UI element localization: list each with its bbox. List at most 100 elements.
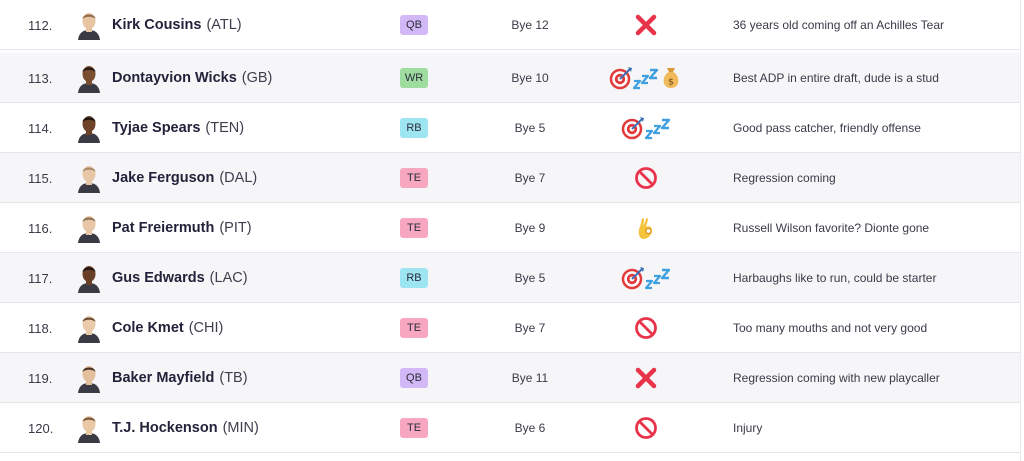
table-row[interactable]: 120. T.J. Hockenson (MIN) TE Bye 6 Injury xyxy=(0,403,1020,453)
player-name-cell: T.J. Hockenson (MIN) xyxy=(112,403,392,453)
player-note: Regression coming xyxy=(733,171,836,185)
player-name-cell: Kirk Cousins (ATL) xyxy=(112,0,392,50)
player-name[interactable]: Gus Edwards xyxy=(112,270,205,286)
player-team: (MIN) xyxy=(222,420,259,436)
rank-number: 118. xyxy=(28,320,53,336)
tag-icons: $ xyxy=(598,53,694,103)
position-badge: RB xyxy=(400,268,428,288)
rank-number: 119. xyxy=(28,370,53,386)
position-cell: TE xyxy=(400,403,428,453)
tag-icons xyxy=(598,303,694,353)
position-badge: TE xyxy=(400,218,428,238)
table-row[interactable]: 116. Pat Freiermuth (PIT) TE Bye 9 Russel… xyxy=(0,203,1020,253)
position-cell: RB xyxy=(400,253,428,303)
player-note: Russell Wilson favorite? Dionte gone xyxy=(733,221,930,235)
player-note: Harbaughs like to run, could be starter xyxy=(733,271,937,285)
player-name-cell: Dontayvion Wicks (GB) xyxy=(112,53,392,103)
player-note: Injury xyxy=(733,421,763,435)
prohibited-icon xyxy=(633,165,659,191)
rank-number: 112. xyxy=(28,17,53,33)
tag-icons xyxy=(598,253,694,303)
player-team: (PIT) xyxy=(219,220,252,236)
bye-week: Bye 12 xyxy=(511,18,549,32)
rankings-table: 112. Kirk Cousins (ATL) QB Bye 12 36 year… xyxy=(0,0,1021,461)
tag-icons xyxy=(598,203,694,253)
table-row[interactable]: 115. Jake Ferguson (DAL) TE Bye 7 Regress… xyxy=(0,153,1020,203)
player-team: (CHI) xyxy=(188,320,224,336)
player-name[interactable]: Cole Kmet xyxy=(112,320,184,336)
cross-icon xyxy=(633,365,659,391)
rank-number: 116. xyxy=(28,220,53,236)
player-name[interactable]: Baker Mayfield xyxy=(112,370,214,386)
sleeper-icon xyxy=(644,265,672,291)
table-row[interactable]: 113. Dontayvion Wicks (GB) WR Bye 10 $ Be… xyxy=(0,53,1020,103)
position-badge: TE xyxy=(400,418,428,438)
player-note: Too many mouths and not very good xyxy=(733,321,928,335)
position-badge: RB xyxy=(400,118,428,138)
rank-number: 117. xyxy=(28,270,53,286)
bye-week: Bye 7 xyxy=(514,321,546,335)
table-row[interactable]: 119. Baker Mayfield (TB) QB Bye 11 Regres… xyxy=(0,353,1020,403)
prohibited-icon xyxy=(633,415,659,441)
position-badge: TE xyxy=(400,318,428,338)
player-name-cell: Pat Freiermuth (PIT) xyxy=(112,203,392,253)
player-note: Good pass catcher, friendly offense xyxy=(733,121,921,135)
player-name[interactable]: Jake Ferguson xyxy=(112,170,214,186)
player-name-cell: Baker Mayfield (TB) xyxy=(112,353,392,403)
player-name-cell: Cole Kmet (CHI) xyxy=(112,303,392,353)
player-name[interactable]: Tyjae Spears xyxy=(112,120,200,136)
position-cell: TE xyxy=(400,303,428,353)
rank-number: 114. xyxy=(28,120,53,136)
player-note: Best ADP in entire draft, dude is a stud xyxy=(733,71,939,85)
ok-hand-icon xyxy=(633,215,659,241)
sleeper-icon xyxy=(632,65,660,91)
player-avatar xyxy=(72,353,106,403)
player-avatar xyxy=(72,303,106,353)
player-name[interactable]: Pat Freiermuth xyxy=(112,220,214,236)
player-team: (GB) xyxy=(241,70,273,86)
cross-icon xyxy=(633,12,659,38)
position-badge: QB xyxy=(400,15,428,35)
target-icon xyxy=(620,115,646,141)
player-name[interactable]: Dontayvion Wicks xyxy=(112,70,237,86)
player-note: 36 years old coming off an Achilles Tear xyxy=(733,18,945,32)
player-name-cell: Jake Ferguson (DAL) xyxy=(112,153,392,203)
position-badge: TE xyxy=(400,168,428,188)
player-avatar xyxy=(72,403,106,453)
position-cell: TE xyxy=(400,203,428,253)
tag-icons xyxy=(598,0,694,50)
player-avatar xyxy=(72,53,106,103)
player-note: Regression coming with new playcaller xyxy=(733,371,940,385)
position-cell: WR xyxy=(400,53,428,103)
position-cell: TE xyxy=(400,153,428,203)
tag-icons xyxy=(598,403,694,453)
money-bag-icon: $ xyxy=(658,65,684,91)
player-team: (TEN) xyxy=(205,120,245,136)
bye-week: Bye 7 xyxy=(514,171,546,185)
rank-number: 120. xyxy=(28,420,54,436)
player-name[interactable]: T.J. Hockenson xyxy=(112,420,218,436)
tag-icons xyxy=(598,103,694,153)
prohibited-icon xyxy=(633,315,659,341)
svg-text:$: $ xyxy=(668,78,674,88)
table-row[interactable]: 118. Cole Kmet (CHI) TE Bye 7 Too many mo… xyxy=(0,303,1020,353)
position-badge: QB xyxy=(400,368,428,388)
table-row[interactable]: 112. Kirk Cousins (ATL) QB Bye 12 36 year… xyxy=(0,0,1020,50)
player-name-cell: Gus Edwards (LAC) xyxy=(112,253,392,303)
bye-week: Bye 11 xyxy=(511,371,549,385)
position-badge: WR xyxy=(400,68,428,88)
table-row[interactable]: 114. Tyjae Spears (TEN) RB Bye 5 Good pas… xyxy=(0,103,1020,153)
player-avatar xyxy=(72,0,106,50)
bye-week: Bye 5 xyxy=(514,271,546,285)
tag-icons xyxy=(598,153,694,203)
player-name-cell: Tyjae Spears (TEN) xyxy=(112,103,392,153)
player-team: (ATL) xyxy=(206,17,242,33)
player-name[interactable]: Kirk Cousins xyxy=(112,17,201,33)
rank-number: 113. xyxy=(28,70,53,86)
table-row[interactable]: 117. Gus Edwards (LAC) RB Bye 5 Harbaughs… xyxy=(0,253,1020,303)
player-avatar xyxy=(72,203,106,253)
position-cell: RB xyxy=(400,103,428,153)
position-cell: QB xyxy=(400,353,428,403)
player-team: (TB) xyxy=(219,370,248,386)
sleeper-icon xyxy=(644,115,672,141)
